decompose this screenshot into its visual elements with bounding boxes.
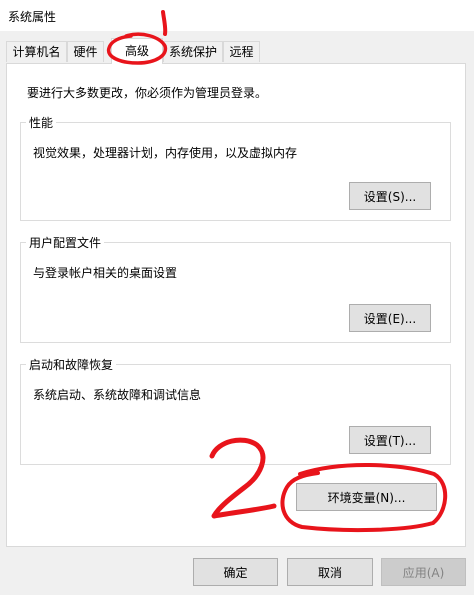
tab-remote[interactable]: 远程 (223, 41, 260, 62)
cancel-button[interactable]: 取消 (287, 558, 373, 586)
tab-computer-name[interactable]: 计算机名 (6, 41, 67, 62)
user-profiles-group-title: 用户配置文件 (26, 234, 105, 251)
performance-group: 性能 视觉效果，处理器计划，内存使用，以及虚拟内存 设置(S)... (20, 114, 451, 221)
startup-recovery-group-title: 启动和故障恢复 (26, 356, 117, 373)
ok-button[interactable]: 确定 (193, 558, 278, 586)
title-bar: 系统属性 (0, 0, 474, 31)
apply-button[interactable]: 应用(A) (381, 558, 466, 586)
user-profiles-settings-button[interactable]: 设置(E)... (349, 304, 431, 332)
tab-advanced[interactable]: 高级 (111, 38, 163, 64)
window-title: 系统属性 (8, 10, 57, 24)
startup-recovery-group: 启动和故障恢复 系统启动、系统故障和调试信息 设置(T)... (20, 356, 451, 465)
startup-recovery-description: 系统启动、系统故障和调试信息 (33, 388, 202, 402)
performance-settings-button[interactable]: 设置(S)... (349, 182, 431, 210)
tab-panel-advanced: 要进行大多数更改，你必须作为管理员登录。 性能 视觉效果，处理器计划，内存使用，… (6, 63, 466, 547)
tab-hardware[interactable]: 硬件 (67, 41, 104, 62)
tab-system-protection[interactable]: 系统保护 (163, 41, 223, 62)
user-profiles-group: 用户配置文件 与登录帐户相关的桌面设置 设置(E)... (20, 234, 451, 343)
performance-group-title: 性能 (26, 114, 57, 131)
user-profiles-description: 与登录帐户相关的桌面设置 (33, 266, 178, 280)
performance-description: 视觉效果，处理器计划，内存使用，以及虚拟内存 (33, 146, 298, 160)
startup-recovery-settings-button[interactable]: 设置(T)... (349, 426, 431, 454)
admin-notice: 要进行大多数更改，你必须作为管理员登录。 (27, 86, 268, 100)
environment-variables-button[interactable]: 环境变量(N)... (296, 483, 437, 511)
